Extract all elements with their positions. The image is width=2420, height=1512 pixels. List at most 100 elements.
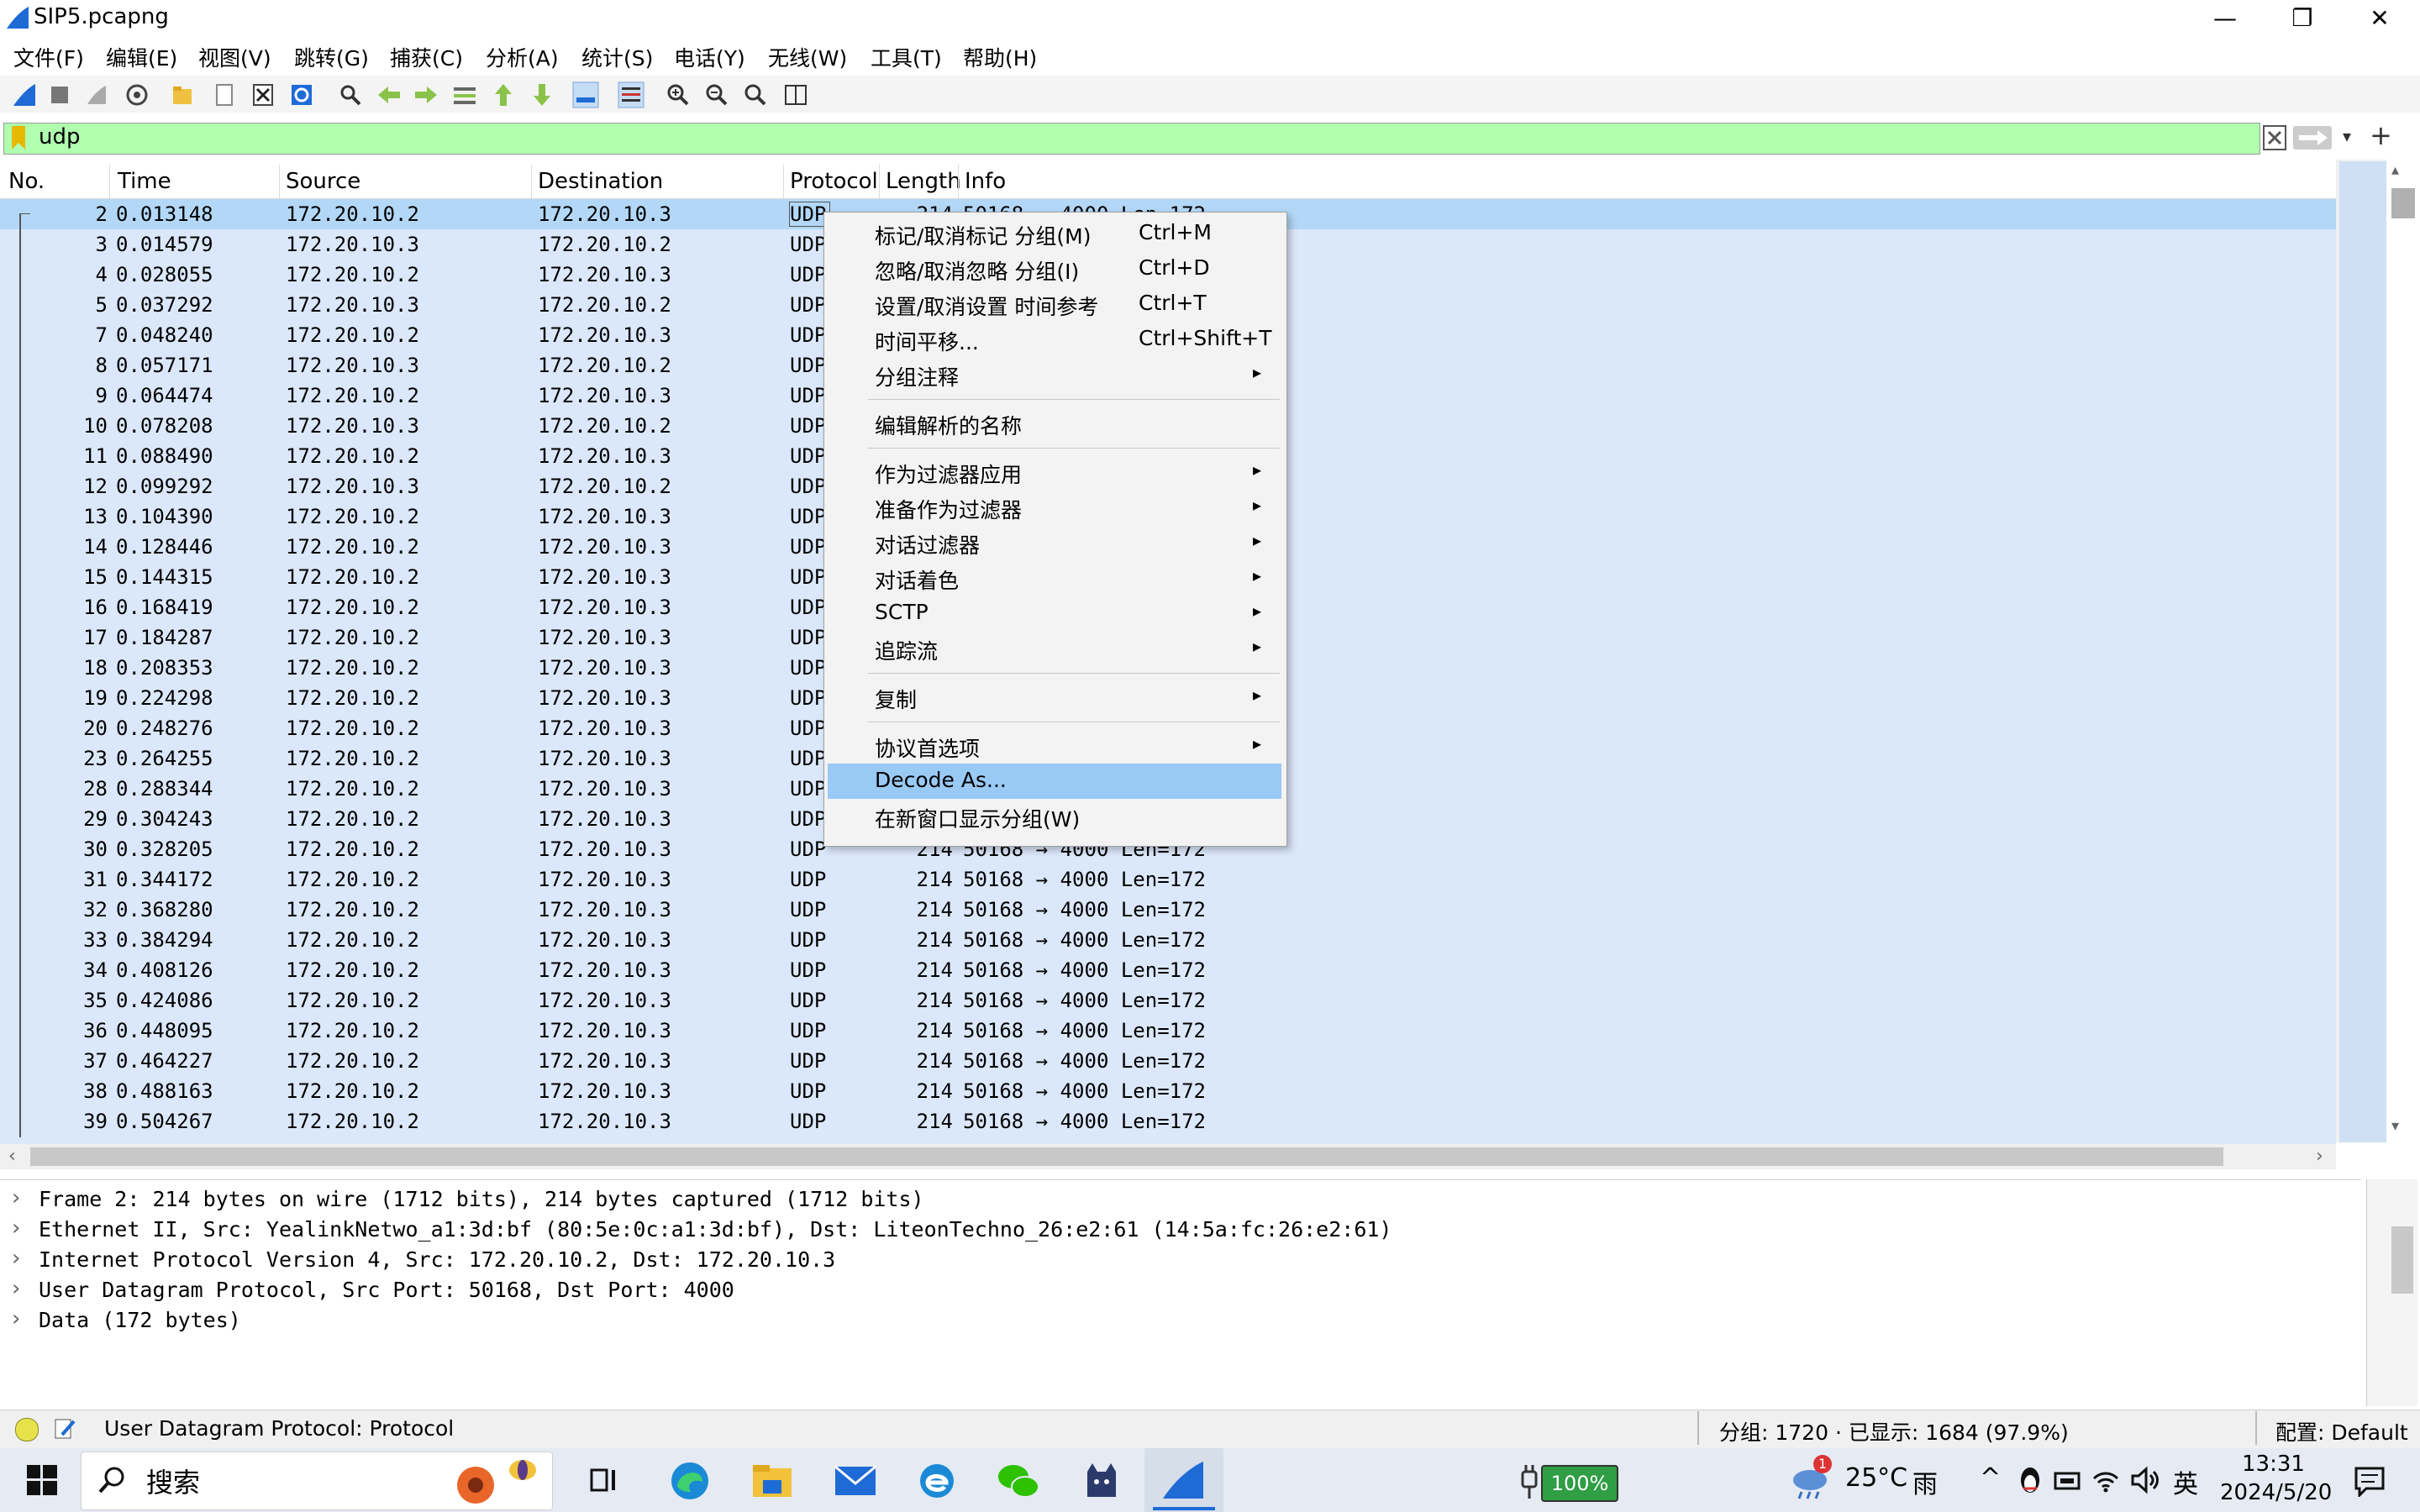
context-menu-item[interactable]: 协议首选项 ▸ bbox=[828, 728, 1281, 764]
close-file-icon[interactable] bbox=[249, 81, 277, 109]
notification-center-icon[interactable] bbox=[2353, 1465, 2386, 1497]
cat-app-icon[interactable] bbox=[1082, 1460, 1121, 1502]
column-divider[interactable] bbox=[109, 165, 110, 198]
column-source[interactable]: Source bbox=[286, 165, 360, 197]
context-menu-item[interactable]: 分组注释 ▸ bbox=[828, 357, 1281, 392]
expand-chevron-right-icon[interactable]: › bbox=[12, 1306, 20, 1331]
network-adapter-icon[interactable] bbox=[2052, 1468, 2082, 1494]
wechat-icon[interactable] bbox=[997, 1460, 1040, 1502]
table-row[interactable]: 34 0.408126 172.20.10.2 172.20.10.3 UDP 214 50… bbox=[0, 955, 2336, 985]
edge-browser-icon[interactable] bbox=[669, 1460, 711, 1502]
clock-date[interactable]: 2024/5/20 bbox=[2220, 1480, 2332, 1505]
clear-filter-icon[interactable] bbox=[2262, 124, 2287, 151]
power-plug-icon[interactable] bbox=[1518, 1463, 1541, 1500]
restore-button[interactable]: ❐ bbox=[2264, 0, 2341, 37]
capture-comment-pencil-icon[interactable] bbox=[52, 1416, 77, 1441]
qq-penguin-icon[interactable] bbox=[2017, 1465, 2044, 1497]
column-protocol[interactable]: Protocol bbox=[790, 165, 878, 197]
column-divider[interactable] bbox=[958, 165, 959, 198]
menu-help[interactable]: 帮助(H) bbox=[963, 42, 1037, 72]
menu-go[interactable]: 跳转(G) bbox=[294, 42, 369, 72]
status-profile[interactable]: 配置: Default bbox=[2275, 1416, 2408, 1446]
detail-udp[interactable]: User Datagram Protocol, Src Port: 50168,… bbox=[39, 1278, 734, 1302]
save-file-icon[interactable] bbox=[210, 81, 239, 109]
go-back-icon[interactable] bbox=[375, 81, 403, 109]
clock-time[interactable]: 13:31 bbox=[2242, 1452, 2305, 1477]
context-menu-item[interactable]: 对话着色 ▸ bbox=[828, 560, 1281, 596]
resize-columns-icon[interactable] bbox=[781, 81, 810, 109]
last-packet-icon[interactable] bbox=[528, 81, 556, 109]
restart-capture-icon[interactable] bbox=[82, 81, 111, 109]
scroll-left-icon[interactable]: ‹ bbox=[8, 1146, 16, 1167]
scroll-right-icon[interactable]: › bbox=[2316, 1146, 2323, 1167]
weather-condition[interactable]: 雨 bbox=[1912, 1463, 1938, 1500]
packet-details-pane[interactable]: › Frame 2: 214 bytes on wire (1712 bits)… bbox=[0, 1179, 2361, 1407]
context-menu-item[interactable]: 标记/取消标记 分组(M) Ctrl+M bbox=[828, 216, 1281, 251]
context-menu-item[interactable]: 追踪流 ▸ bbox=[828, 631, 1281, 666]
details-scroll-thumb[interactable] bbox=[2391, 1226, 2413, 1294]
menu-wireless[interactable]: 无线(W) bbox=[768, 42, 847, 72]
table-row[interactable]: 33 0.384294 172.20.10.2 172.20.10.3 UDP 214 50… bbox=[0, 925, 2336, 955]
menu-statistics[interactable]: 统计(S) bbox=[581, 42, 653, 72]
menu-edit[interactable]: 编辑(E) bbox=[106, 42, 177, 72]
start-capture-icon[interactable] bbox=[10, 81, 39, 109]
add-filter-button-plus-icon[interactable]: + bbox=[2370, 119, 2392, 151]
close-button[interactable]: ✕ bbox=[2341, 0, 2418, 37]
show-hidden-icons-chevron-up-icon[interactable]: ^ bbox=[1980, 1463, 2001, 1493]
volume-icon[interactable] bbox=[2129, 1465, 2161, 1495]
detail-ipv4[interactable]: Internet Protocol Version 4, Src: 172.20… bbox=[39, 1247, 835, 1272]
task-view-icon[interactable] bbox=[588, 1465, 620, 1495]
first-packet-icon[interactable] bbox=[489, 81, 518, 109]
menu-analyze[interactable]: 分析(A) bbox=[486, 42, 559, 72]
mail-icon[interactable] bbox=[834, 1463, 877, 1499]
column-divider[interactable] bbox=[531, 165, 532, 198]
column-destination[interactable]: Destination bbox=[538, 165, 663, 197]
context-menu-item[interactable]: 对话过滤器 ▸ bbox=[828, 525, 1281, 560]
scroll-up-icon[interactable]: ▴ bbox=[2391, 161, 2399, 179]
minimize-button[interactable]: — bbox=[2186, 0, 2264, 37]
context-menu-item[interactable]: 作为过滤器应用 ▸ bbox=[828, 454, 1281, 490]
context-menu-item[interactable]: 编辑解析的名称 bbox=[828, 406, 1281, 441]
column-info[interactable]: Info bbox=[965, 165, 1006, 197]
open-file-icon[interactable] bbox=[168, 81, 197, 109]
context-menu-item[interactable]: 忽略/取消忽略 分组(I) Ctrl+D bbox=[828, 251, 1281, 286]
context-menu-item[interactable]: 复制 ▸ bbox=[828, 680, 1281, 715]
column-length[interactable]: Length bbox=[886, 165, 961, 197]
scroll-down-icon[interactable]: ▾ bbox=[2391, 1117, 2399, 1135]
zoom-out-icon[interactable] bbox=[702, 81, 731, 109]
table-row[interactable]: 35 0.424086 172.20.10.2 172.20.10.3 UDP 214 50… bbox=[0, 985, 2336, 1016]
table-row[interactable]: 37 0.464227 172.20.10.2 172.20.10.3 UDP 214 50… bbox=[0, 1046, 2336, 1076]
context-menu-item[interactable]: 时间平移... Ctrl+Shift+T bbox=[828, 322, 1281, 357]
expand-chevron-right-icon[interactable]: › bbox=[12, 1276, 20, 1301]
column-time[interactable]: Time bbox=[118, 165, 171, 197]
column-divider[interactable] bbox=[783, 165, 784, 198]
apply-filter-icon[interactable] bbox=[2292, 124, 2333, 151]
column-no[interactable]: No. bbox=[8, 165, 45, 197]
context-menu-item[interactable]: 准备作为过滤器 ▸ bbox=[828, 490, 1281, 525]
menu-view[interactable]: 视图(V) bbox=[198, 42, 271, 72]
context-menu-item[interactable]: 设置/取消设置 时间参考 Ctrl+T bbox=[828, 286, 1281, 322]
menu-capture[interactable]: 捕获(C) bbox=[390, 42, 463, 72]
battery-indicator[interactable]: 100% bbox=[1541, 1465, 1618, 1502]
horizontal-scroll-thumb[interactable] bbox=[30, 1147, 2223, 1166]
reload-file-icon[interactable] bbox=[287, 81, 316, 109]
table-row[interactable]: 38 0.488163 172.20.10.2 172.20.10.3 UDP 214 50… bbox=[0, 1076, 2336, 1106]
go-to-packet-icon[interactable] bbox=[450, 81, 479, 109]
go-forward-icon[interactable] bbox=[412, 81, 440, 109]
context-menu-item[interactable]: SCTP ▸ bbox=[828, 596, 1281, 631]
detail-data[interactable]: Data (172 bytes) bbox=[39, 1308, 241, 1332]
menu-item-decode-as[interactable]: Decode As... bbox=[828, 764, 1281, 799]
capture-options-icon[interactable] bbox=[123, 81, 151, 109]
filter-history-chevron-down-icon[interactable]: ▾ bbox=[2343, 126, 2351, 146]
ie-browser-icon[interactable] bbox=[916, 1460, 958, 1502]
column-divider[interactable] bbox=[879, 165, 880, 198]
find-packet-icon[interactable] bbox=[336, 81, 365, 109]
colorize-icon[interactable] bbox=[617, 81, 645, 109]
table-row[interactable]: 39 0.504267 172.20.10.2 172.20.10.3 UDP 214 50… bbox=[0, 1106, 2336, 1137]
bookmark-icon[interactable] bbox=[10, 126, 27, 150]
column-divider[interactable] bbox=[279, 165, 280, 198]
weather-temperature[interactable]: 25°C bbox=[1845, 1463, 1907, 1493]
wifi-icon[interactable] bbox=[2091, 1465, 2121, 1495]
table-row[interactable]: 31 0.344172 172.20.10.2 172.20.10.3 UDP 214 50… bbox=[0, 864, 2336, 895]
scroll-thumb[interactable] bbox=[2391, 188, 2415, 218]
